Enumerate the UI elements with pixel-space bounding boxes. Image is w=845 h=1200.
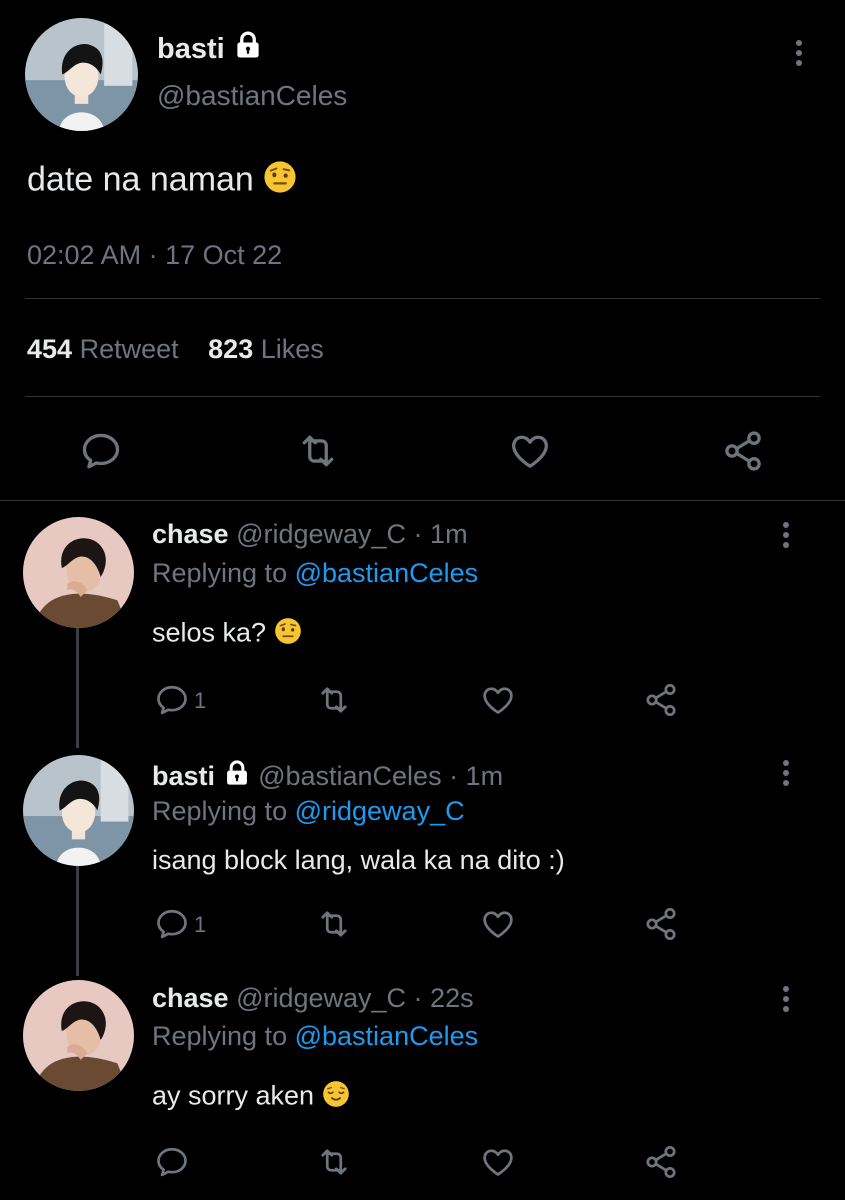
author-name-row[interactable]: basti — [157, 30, 263, 68]
tweet-timestamp[interactable]: 02:02 AM · 17 Oct 22 — [27, 240, 282, 271]
retweet-icon[interactable] — [316, 1144, 352, 1180]
avatar[interactable] — [23, 980, 134, 1091]
like-icon[interactable] — [480, 906, 516, 942]
retweet-icon[interactable] — [316, 906, 352, 942]
reply-meta[interactable]: @bastianCeles · 1m — [258, 761, 503, 791]
replying-to-label: Replying to — [152, 796, 288, 826]
lock-icon — [223, 759, 251, 794]
reply-text: ay sorry aken — [152, 1080, 315, 1111]
reply-text-row: selos ka? — [152, 617, 302, 652]
more-options-icon[interactable] — [781, 522, 791, 552]
retweet-label: Retweet — [79, 334, 179, 364]
avatar[interactable] — [23, 517, 134, 628]
replying-to-row: Replying to @ridgeway_C — [152, 796, 465, 827]
author-handle[interactable]: @bastianCeles — [157, 80, 347, 112]
lock-icon — [233, 30, 263, 68]
display-name[interactable]: chase — [152, 983, 229, 1013]
retweet-count: 454 — [27, 334, 73, 364]
more-options-icon[interactable] — [781, 760, 791, 790]
reply-meta[interactable]: @ridgeway_C · 22s — [236, 983, 474, 1013]
thread-line — [76, 628, 79, 748]
reply-text-row: ay sorry aken — [152, 1080, 350, 1115]
like-icon[interactable] — [480, 1144, 516, 1180]
like-icon[interactable] — [480, 682, 516, 718]
replying-to-row: Replying to @bastianCeles — [152, 1021, 478, 1052]
tweet-text: date na naman — [27, 160, 254, 199]
share-icon[interactable] — [721, 429, 765, 473]
reply-icon[interactable] — [154, 1144, 190, 1180]
like-label: Likes — [260, 334, 324, 364]
divider — [25, 298, 820, 299]
replying-to-link[interactable]: @bastianCeles — [295, 1021, 479, 1051]
raised-eyebrow-emoji — [274, 617, 302, 652]
reply-header: basti @bastianCeles · 1m — [152, 759, 503, 794]
replying-to-label: Replying to — [152, 1021, 288, 1051]
like-count: 823 — [208, 334, 254, 364]
like-icon[interactable] — [508, 429, 552, 473]
reply-icon[interactable] — [79, 429, 123, 473]
reply-count: 1 — [194, 912, 207, 937]
display-name[interactable]: basti — [152, 761, 215, 791]
reply-icon[interactable] — [154, 906, 190, 942]
replying-to-row: Replying to @bastianCeles — [152, 558, 478, 589]
reply-header: chase @ridgeway_C · 22s — [152, 983, 474, 1014]
reply-count: 1 — [194, 688, 207, 713]
share-icon[interactable] — [643, 906, 679, 942]
reply-icon[interactable] — [154, 682, 190, 718]
reply-header: chase @ridgeway_C · 1m — [152, 519, 468, 550]
more-options-icon[interactable] — [781, 986, 791, 1016]
avatar[interactable] — [23, 755, 134, 866]
reply-meta[interactable]: @ridgeway_C · 1m — [236, 519, 467, 549]
reply-text: isang block lang, wala ka na dito :) — [152, 845, 565, 875]
retweet-stat[interactable]: 454 Retweet — [27, 334, 186, 364]
raised-eyebrow-emoji — [263, 160, 297, 203]
like-stat[interactable]: 823 Likes — [208, 334, 324, 364]
replying-to-link[interactable]: @bastianCeles — [295, 558, 479, 588]
display-name[interactable]: basti — [157, 33, 225, 65]
share-icon[interactable] — [643, 682, 679, 718]
thread-line — [76, 866, 79, 976]
tweet-text-row: date na naman — [27, 160, 297, 203]
more-options-icon[interactable] — [794, 40, 804, 70]
divider — [0, 500, 845, 501]
share-icon[interactable] — [643, 1144, 679, 1180]
retweet-icon[interactable] — [316, 682, 352, 718]
relieved-face-emoji — [322, 1080, 350, 1115]
avatar[interactable] — [25, 18, 138, 131]
reply-text: selos ka? — [152, 617, 267, 648]
replying-to-link[interactable]: @ridgeway_C — [295, 796, 465, 826]
replying-to-label: Replying to — [152, 558, 288, 588]
retweet-icon[interactable] — [296, 429, 340, 473]
divider — [25, 396, 820, 397]
engagement-stats: 454 Retweet 823 Likes — [27, 334, 324, 365]
display-name[interactable]: chase — [152, 519, 229, 549]
